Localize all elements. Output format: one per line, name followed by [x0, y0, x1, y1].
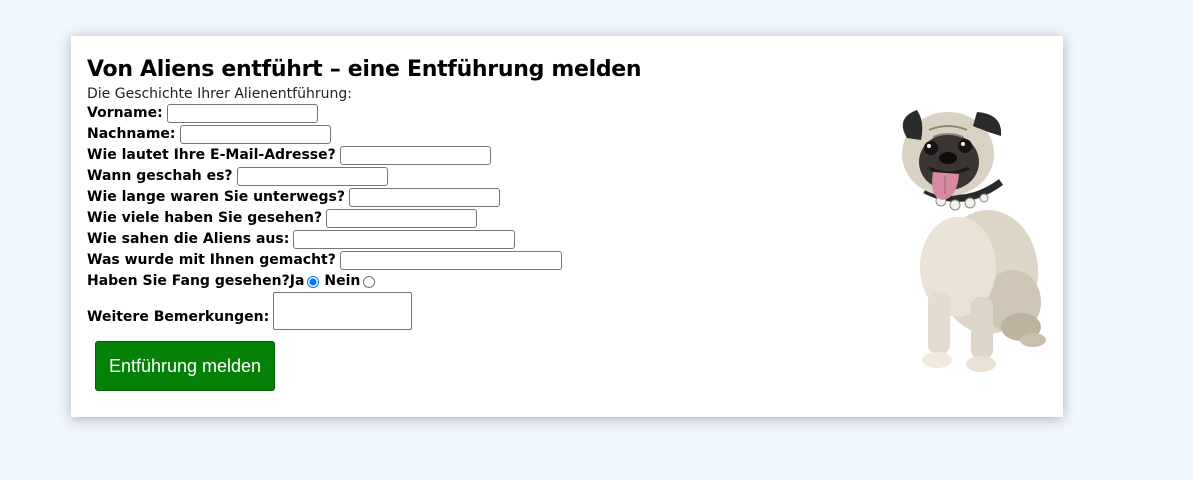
- alien-description-input[interactable]: [293, 230, 516, 249]
- fang-no-option: Nein: [324, 271, 380, 292]
- fang-no-radio[interactable]: [363, 275, 376, 288]
- how-long-input[interactable]: [349, 188, 501, 207]
- how-many-label: Wie viele haben Sie gesehen?: [87, 210, 323, 226]
- how-many-input[interactable]: [326, 209, 478, 228]
- intro-text: Die Geschichte Ihrer Alienentführung:: [87, 86, 352, 102]
- report-card: Von Aliens entführt – eine Entführung me…: [71, 36, 1063, 417]
- what-happened-input[interactable]: [339, 251, 562, 270]
- what-happened-label: Was wurde mit Ihnen gemacht?: [87, 252, 336, 268]
- report-abduction-button[interactable]: Entführung melden: [95, 341, 275, 391]
- pug-dog-image: [902, 110, 1046, 372]
- fang-question-label: Haben Sie Fang gesehen?: [87, 273, 290, 289]
- email-input[interactable]: [339, 146, 491, 165]
- email-label: Wie lautet Ihre E-Mail-Adresse?: [87, 147, 336, 163]
- remarks-textarea[interactable]: [273, 292, 413, 330]
- fang-yes-label: Ja: [289, 273, 305, 289]
- last-name-label: Nachname:: [87, 126, 176, 142]
- fang-yes-option: Ja: [290, 271, 325, 292]
- page-title: Von Aliens entführt – eine Entführung me…: [87, 57, 642, 82]
- alien-description-label: Wie sahen die Aliens aus:: [87, 231, 290, 247]
- fang-yes-radio[interactable]: [307, 275, 320, 288]
- remarks-label: Weitere Bemerkungen:: [87, 309, 270, 325]
- when-input[interactable]: [236, 167, 388, 186]
- last-name-input[interactable]: [179, 125, 331, 144]
- first-name-input[interactable]: [166, 104, 318, 123]
- when-label: Wann geschah es?: [87, 168, 233, 184]
- first-name-label: Vorname:: [87, 105, 163, 121]
- how-long-label: Wie lange waren Sie unterwegs?: [87, 189, 346, 205]
- fang-no-label: Nein: [324, 273, 361, 289]
